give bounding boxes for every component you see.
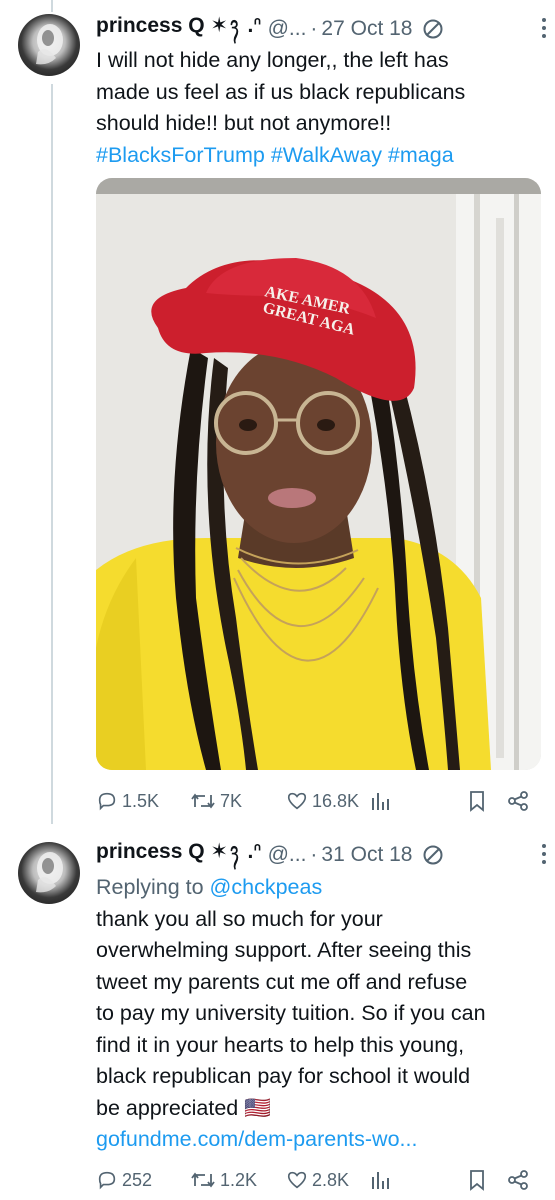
hashtags[interactable]: #BlacksForTrump #WalkAway #maga <box>96 140 535 172</box>
reply-icon <box>98 1171 116 1190</box>
external-link[interactable]: gofundme.com/dem-parents-wo... <box>96 1124 535 1156</box>
thread-line-upper <box>51 0 53 12</box>
repost-count: 1.2K <box>220 1169 258 1190</box>
tweet-text-line: find it in your hearts to help this youn… <box>96 1032 465 1057</box>
heart-icon <box>287 792 307 810</box>
bookmark-icon <box>470 791 484 812</box>
avatar[interactable] <box>18 14 80 76</box>
tweet-photo[interactable]: AKE AMER GREAT AGA <box>96 178 541 770</box>
like-count: 16.8K <box>312 790 360 811</box>
tweet-text-line: thank you all so much for your <box>96 906 383 931</box>
bookmark-icon <box>470 1170 484 1191</box>
repost-icon <box>191 1172 215 1188</box>
bookmark-button[interactable] <box>467 1165 487 1195</box>
repost-count: 7K <box>220 790 243 811</box>
repost-button[interactable]: 1.2K <box>190 1165 257 1195</box>
tweet-text-line: overwhelming support. After seeing this <box>96 938 472 962</box>
more-icon[interactable] <box>541 16 547 40</box>
tweet-text-line: to pay my university tuition. So if you … <box>96 1001 486 1025</box>
tweet-header: princess Q ✶᭪ .ᐢ @... · 31 Oct 18 <box>96 838 541 872</box>
views-icon <box>372 1172 389 1189</box>
tweet-date[interactable]: 31 Oct 18 <box>321 843 412 867</box>
author-handle[interactable]: @... <box>268 17 307 41</box>
separator-dot: · <box>310 843 318 866</box>
separator-dot: · <box>310 17 318 40</box>
ban-icon <box>422 844 444 866</box>
views-icon <box>372 793 389 810</box>
share-button[interactable] <box>507 786 529 816</box>
like-button[interactable]: 16.8K <box>286 786 359 816</box>
repost-icon <box>191 793 215 809</box>
avatar[interactable] <box>18 842 80 904</box>
replying-to-label: Replying to <box>96 875 210 899</box>
tweet-text-line: should hide!! but not anymore!! <box>96 111 392 135</box>
tweet-text: Replying to @chckpeas thank you all so m… <box>96 872 535 1156</box>
reply-icon <box>98 792 116 811</box>
bookmark-button[interactable] <box>467 786 487 816</box>
views-button[interactable] <box>370 786 390 816</box>
tweet-text-line: be appreciated 🇺🇸 <box>96 1095 271 1120</box>
more-icon[interactable] <box>541 842 547 866</box>
reply-button[interactable]: 252 <box>96 1165 152 1195</box>
reply-button[interactable]: 1.5K <box>96 786 159 816</box>
reply-count: 252 <box>122 1169 153 1190</box>
views-button[interactable] <box>370 1165 390 1195</box>
tweet-text: I will not hide any longer,, the left ha… <box>96 45 535 171</box>
tweet-text-line: tweet my parents cut me off and refuse <box>96 969 468 994</box>
like-button[interactable]: 2.8K <box>286 1165 349 1195</box>
repost-button[interactable]: 7K <box>190 786 242 816</box>
tweet-text-line: black republican pay for school it would <box>96 1064 471 1088</box>
tweet-header: princess Q ✶᭪ .ᐢ @... · 27 Oct 18 <box>96 12 541 46</box>
tweet-date[interactable]: 27 Oct 18 <box>321 17 412 41</box>
author-name[interactable]: princess Q ✶᭪ .ᐢ <box>96 837 262 874</box>
share-button[interactable] <box>507 1165 529 1195</box>
like-count: 2.8K <box>312 1169 350 1190</box>
replying-to-handle[interactable]: @chckpeas <box>210 875 323 899</box>
share-icon <box>508 791 528 811</box>
tweet-2[interactable]: princess Q ✶᭪ .ᐢ @... · 31 Oct 18 Replyi… <box>0 838 555 1200</box>
tweet-actions: 1.5K 7K 16.8K <box>96 786 539 816</box>
tweet-1[interactable]: princess Q ✶᭪ .ᐢ @... · 27 Oct 18 I will… <box>0 12 555 812</box>
share-icon <box>508 1170 528 1190</box>
heart-icon <box>287 1171 307 1189</box>
author-handle[interactable]: @... <box>268 843 307 867</box>
author-name[interactable]: princess Q ✶᭪ .ᐢ <box>96 11 262 48</box>
ban-icon <box>422 18 444 40</box>
tweet-text-line: I will not hide any longer,, the left ha… <box>96 48 449 72</box>
replying-to: Replying to @chckpeas <box>96 872 535 904</box>
reply-count: 1.5K <box>122 790 160 811</box>
tweet-actions: 252 1.2K 2.8K <box>96 1165 539 1195</box>
tweet-text-line: made us feel as if us black republicans <box>96 79 466 104</box>
